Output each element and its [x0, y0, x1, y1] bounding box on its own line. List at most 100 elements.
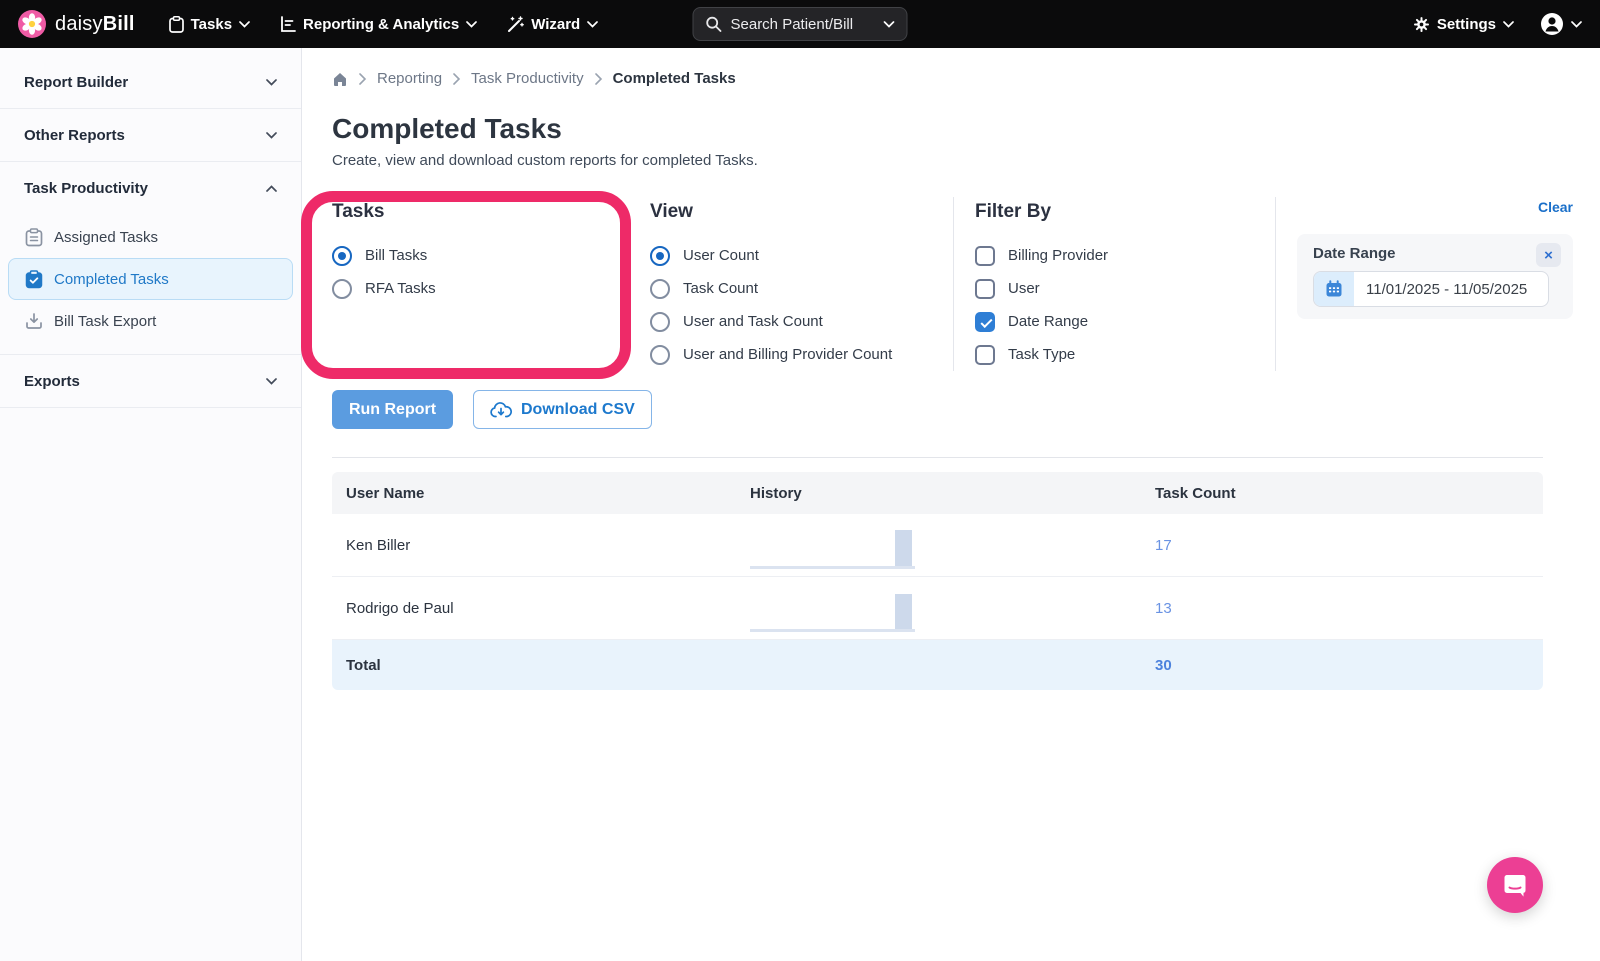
- view-panel: View User Count Task Count User and Task…: [650, 197, 953, 371]
- section-label: Exports: [24, 372, 80, 390]
- checkbox-unchecked-icon: [975, 344, 995, 365]
- checkbox-billing-provider[interactable]: Billing Provider: [975, 239, 1275, 272]
- section-label: Task Productivity: [24, 179, 148, 197]
- checkbox-label: Task Type: [1008, 346, 1076, 363]
- search-input[interactable]: Search Patient/Bill: [692, 7, 908, 41]
- column-header-user-name: User Name: [346, 484, 425, 502]
- sidebar-item-label: Bill Task Export: [54, 312, 157, 330]
- chevron-down-icon: [1571, 20, 1582, 28]
- task-count-link[interactable]: 13: [1155, 600, 1172, 617]
- download-csv-button[interactable]: Download CSV: [473, 390, 652, 429]
- radio-label: User and Task Count: [683, 313, 823, 330]
- checkbox-label: Billing Provider: [1008, 247, 1109, 264]
- panel-divider: [1275, 197, 1276, 371]
- panel-divider: [953, 197, 954, 371]
- section-label: Report Builder: [24, 73, 129, 91]
- nav-wizard-label: Wizard: [531, 15, 581, 33]
- radio-task-count[interactable]: Task Count: [650, 272, 953, 305]
- filter-by-panel: Filter By Billing Provider User Date Ran…: [975, 197, 1275, 371]
- checkbox-checked-icon: [975, 311, 995, 332]
- sidebar-section-report-builder[interactable]: Report Builder: [0, 56, 301, 108]
- history-sparkline: [750, 584, 915, 632]
- tasks-heading: Tasks: [332, 201, 385, 222]
- remove-date-filter-button[interactable]: ×: [1536, 243, 1561, 267]
- chevron-right-icon: [359, 72, 367, 85]
- run-report-button[interactable]: Run Report: [332, 390, 453, 429]
- table-header-row: User Name History Task Count: [332, 472, 1543, 514]
- chevron-down-icon: [587, 20, 599, 28]
- user-name-cell: Rodrigo de Paul: [346, 599, 454, 617]
- sidebar-item-assigned-tasks[interactable]: Assigned Tasks: [8, 216, 293, 258]
- main-content: Reporting Task Productivity Completed Ta…: [302, 48, 1600, 961]
- nav-reporting-label: Reporting & Analytics: [303, 15, 460, 33]
- date-range-input[interactable]: 11/01/2025 - 11/05/2025: [1313, 271, 1549, 307]
- chevron-down-icon[interactable]: [883, 20, 895, 28]
- top-navbar: daisyBill Tasks Reporting & Analytics Wi…: [0, 0, 1600, 48]
- task-count-link[interactable]: 17: [1155, 537, 1172, 554]
- person-circle-icon: [1541, 13, 1563, 35]
- sidebar-item-bill-task-export[interactable]: Bill Task Export: [8, 300, 293, 342]
- sidebar-section-task-productivity[interactable]: Task Productivity: [0, 162, 301, 214]
- sparkline-bar: [895, 594, 912, 629]
- clipboard-icon: [25, 227, 43, 246]
- date-range-label: Date Range: [1313, 245, 1396, 262]
- nav-reporting-analytics[interactable]: Reporting & Analytics: [280, 15, 478, 33]
- breadcrumb-reporting[interactable]: Reporting: [377, 70, 442, 87]
- magic-wand-icon: [508, 15, 525, 32]
- nav-tasks[interactable]: Tasks: [168, 15, 250, 33]
- download-tray-icon: [26, 313, 42, 329]
- date-range-value: 11/01/2025 - 11/05/2025: [1366, 280, 1528, 298]
- sidebar-section-other-reports[interactable]: Other Reports: [0, 109, 301, 161]
- clipboard-check-icon: [25, 269, 43, 288]
- radio-label: Task Count: [683, 280, 759, 297]
- chevron-right-icon: [594, 72, 602, 85]
- history-cell: [750, 584, 1155, 632]
- checkbox-user[interactable]: User: [975, 272, 1275, 305]
- table-total-row: Total 30: [332, 640, 1543, 690]
- home-icon[interactable]: [332, 71, 348, 87]
- page-subtitle: Create, view and download custom reports…: [332, 152, 758, 169]
- table-row: Rodrigo de Paul 13: [332, 577, 1543, 640]
- settings-menu[interactable]: Settings: [1413, 16, 1514, 33]
- radio-selected-icon: [650, 245, 670, 266]
- chat-launcher-button[interactable]: [1487, 857, 1543, 913]
- clear-filters-link[interactable]: Clear: [1538, 199, 1573, 215]
- radio-user-and-billing-provider-count[interactable]: User and Billing Provider Count: [650, 338, 953, 371]
- account-menu[interactable]: [1540, 12, 1582, 36]
- search-placeholder: Search Patient/Bill: [730, 15, 854, 33]
- sparkline-bar: [895, 530, 912, 566]
- close-icon: ×: [1544, 246, 1553, 264]
- radio-user-count[interactable]: User Count: [650, 239, 953, 272]
- table-top-divider: [332, 457, 1543, 458]
- chevron-down-icon: [266, 377, 277, 385]
- radio-bill-tasks[interactable]: Bill Tasks: [332, 239, 650, 272]
- radio-rfa-tasks[interactable]: RFA Tasks: [332, 272, 650, 305]
- nav-wizard[interactable]: Wizard: [507, 15, 599, 33]
- radio-label: Bill Tasks: [365, 247, 428, 264]
- breadcrumb-completed-tasks: Completed Tasks: [612, 70, 736, 87]
- chevron-down-icon: [466, 20, 478, 28]
- chevron-up-icon: [266, 184, 277, 192]
- download-csv-label: Download CSV: [521, 400, 635, 418]
- daisybill-logo-icon: [18, 10, 46, 38]
- brand[interactable]: daisyBill: [18, 10, 135, 38]
- sidebar-item-completed-tasks[interactable]: Completed Tasks: [8, 258, 293, 300]
- sidebar-item-label: Assigned Tasks: [54, 228, 158, 246]
- checkbox-task-type[interactable]: Task Type: [975, 338, 1275, 371]
- gear-icon: [1413, 16, 1429, 32]
- breadcrumb-task-productivity[interactable]: Task Productivity: [471, 70, 584, 87]
- radio-label: User and Billing Provider Count: [683, 346, 893, 363]
- nav-tasks-label: Tasks: [190, 15, 233, 33]
- view-heading: View: [650, 201, 693, 222]
- checkbox-label: User: [1008, 280, 1040, 297]
- radio-label: RFA Tasks: [365, 280, 436, 297]
- breadcrumb: Reporting Task Productivity Completed Ta…: [332, 70, 1573, 87]
- checkbox-date-range[interactable]: Date Range: [975, 305, 1275, 338]
- clipboard-icon: [168, 15, 184, 33]
- radio-user-and-task-count[interactable]: User and Task Count: [650, 305, 953, 338]
- page-title: Completed Tasks: [332, 113, 562, 144]
- sidebar-section-exports[interactable]: Exports: [0, 355, 301, 407]
- column-header-task-count: Task Count: [1155, 484, 1236, 502]
- bar-chart-icon: [281, 16, 296, 32]
- total-task-count: 30: [1155, 656, 1172, 674]
